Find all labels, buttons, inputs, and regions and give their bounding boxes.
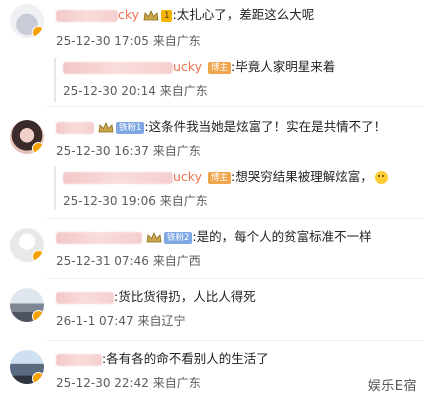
comment-time: 25-12-31 07:46 xyxy=(56,254,149,268)
comment-text: :毕竟人家明星来着 xyxy=(231,59,336,74)
crown-icon xyxy=(143,9,159,20)
username-blurred[interactable] xyxy=(56,121,94,134)
divider xyxy=(46,340,423,341)
comment-meta: 25-12-30 22:42 来自广东 xyxy=(56,374,201,391)
username-suffix[interactable]: cky xyxy=(118,7,139,22)
username-blurred[interactable] xyxy=(63,171,173,184)
reply-indent-bar xyxy=(54,166,56,210)
username-blurred[interactable] xyxy=(56,353,102,366)
username-suffix[interactable]: ucky xyxy=(173,169,202,184)
watermark: 娱乐E宿 xyxy=(367,379,417,394)
verified-badge-icon xyxy=(32,26,44,38)
comment-location: 来自广东 xyxy=(159,194,208,208)
reply-line: ucky 博主:毕竟人家明星来着 xyxy=(63,58,335,76)
avatar[interactable] xyxy=(10,120,44,154)
comment-text: :是的，每个人的贫富标准不一样 xyxy=(192,229,372,244)
comment-time: 25-12-30 22:42 xyxy=(56,376,149,390)
comment-location: 来自辽宁 xyxy=(137,314,186,328)
fan-level-tag: 铁粉2 xyxy=(163,231,193,244)
username-blurred[interactable] xyxy=(56,291,114,304)
divider xyxy=(46,278,423,279)
comment-meta: 25-12-30 20:14 来自广东 xyxy=(63,82,208,99)
comment-location: 来自广东 xyxy=(152,144,201,158)
verified-badge-icon xyxy=(32,142,44,154)
blogger-tag: 博主 xyxy=(207,171,231,184)
avatar[interactable] xyxy=(10,228,44,262)
verified-badge-icon xyxy=(32,372,44,384)
crown-icon xyxy=(146,231,162,242)
comment-meta: 25-12-30 19:06 来自广东 xyxy=(63,192,208,209)
comment-location: 来自广东 xyxy=(152,34,201,48)
comment-item: :货比货得扔，人比人得死 26-1-1 07:47 来自辽宁 xyxy=(0,282,423,338)
comment-text: :这条件我当她是炫富了！实在是共情不了！ xyxy=(144,119,387,134)
avatar[interactable] xyxy=(10,350,44,384)
comment-item: 铁粉2:是的，每个人的贫富标准不一样 25-12-31 07:46 来自广西 xyxy=(0,222,423,278)
comment-item: :各有各的命不看别人的生活了 25-12-30 22:42 来自广东 xyxy=(0,344,423,400)
comment-meta: 25-12-31 07:46 来自广西 xyxy=(56,252,201,269)
comment-time: 25-12-30 19:06 xyxy=(63,194,156,208)
comment-time: 25-12-30 16:37 xyxy=(56,144,149,158)
comment-item: cky 1:太扎心了，差距这么大呢 25-12-30 17:05 来自广东 uc… xyxy=(0,0,423,102)
verified-badge-icon xyxy=(32,250,44,262)
comment-text: :想哭穷结果被理解炫富， xyxy=(231,169,373,184)
username-blurred[interactable] xyxy=(63,61,173,74)
divider xyxy=(46,106,423,107)
comment-time: 26-1-1 07:47 xyxy=(56,314,134,328)
comment-item: 铁粉1:这条件我当她是炫富了！实在是共情不了！ 25-12-30 16:37 来… xyxy=(0,110,423,214)
comment-text: :太扎心了，差距这么大呢 xyxy=(172,7,315,22)
comment-meta: 25-12-30 17:05 来自广东 xyxy=(56,32,201,49)
comment-meta: 26-1-1 07:47 来自辽宁 xyxy=(56,312,185,329)
comment-text: :货比货得扔，人比人得死 xyxy=(114,289,256,304)
emoji-icon xyxy=(374,171,388,184)
blogger-tag: 博主 xyxy=(207,61,231,74)
username-blurred[interactable] xyxy=(56,231,142,244)
comment-location: 来自广西 xyxy=(152,254,201,268)
reply-line: ucky 博主:想哭穷结果被理解炫富， xyxy=(63,168,388,186)
divider xyxy=(46,218,423,219)
avatar[interactable] xyxy=(10,288,44,322)
avatar[interactable] xyxy=(10,4,44,38)
comment-meta: 25-12-30 16:37 来自广东 xyxy=(56,142,201,159)
username-suffix[interactable]: ucky xyxy=(173,59,202,74)
comment-location: 来自广东 xyxy=(159,84,208,98)
username-blurred[interactable] xyxy=(56,9,118,22)
comment-text: :各有各的命不看别人的生活了 xyxy=(102,351,269,366)
crown-icon xyxy=(98,121,114,132)
fan-level-tag: 铁粉1 xyxy=(115,121,145,134)
comment-time: 25-12-30 17:05 xyxy=(56,34,149,48)
comment-time: 25-12-30 20:14 xyxy=(63,84,156,98)
reply-indent-bar xyxy=(54,58,56,102)
verified-badge-icon xyxy=(32,310,44,322)
comment-location: 来自广东 xyxy=(152,376,201,390)
fan-level-tag: 1 xyxy=(161,9,173,22)
